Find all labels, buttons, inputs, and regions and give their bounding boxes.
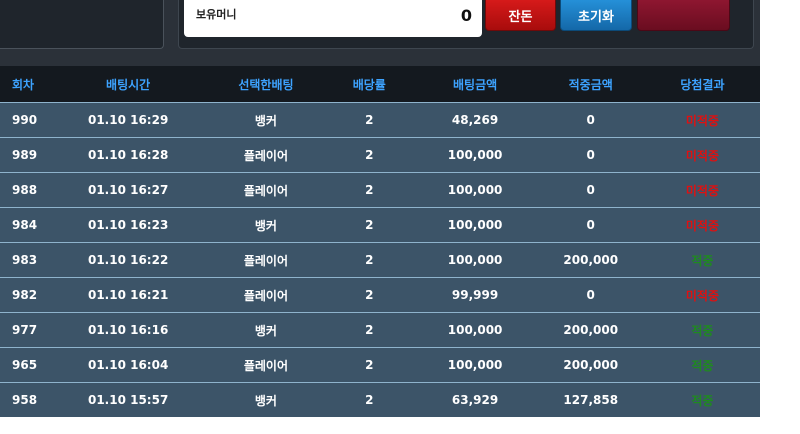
betting-history-page: 보유머니 0 잔돈 초기화 회차 배팅시간 선택한배팅 배당률 배팅금액 적중금… [0,0,800,434]
cell-round: 977 [12,323,38,337]
cell-time: 01.10 16:22 [87,253,169,267]
cell-win: 0 [586,113,595,127]
reset-button[interactable]: 초기화 [560,0,632,31]
cell-pick: 플레이어 [243,148,289,163]
cell-bet: 100,000 [447,218,503,232]
cell-time: 01.10 16:21 [87,288,169,302]
cell-round: 965 [12,358,38,372]
cell-win: 0 [586,218,595,232]
cell-result: 적중 [691,358,714,373]
header-win: 적중금액 [568,77,613,92]
cell-result: 적중 [691,253,714,268]
cell-time: 01.10 16:16 [87,323,169,337]
header-time: 배팅시간 [106,77,151,92]
table-row: 990 01.10 16:29 뱅커 2 48,269 0 미적중 [0,102,760,137]
cell-result: 미적중 [685,288,719,303]
cell-result: 적중 [691,393,714,408]
change-button[interactable]: 잔돈 [485,0,556,31]
table-row: 988 01.10 16:27 플레이어 2 100,000 0 미적중 [0,172,760,207]
cell-round: 983 [12,253,38,267]
cell-odds: 2 [365,253,374,267]
cell-result: 미적중 [685,113,719,128]
cell-pick: 플레이어 [243,288,289,303]
table-header: 회차 배팅시간 선택한배팅 배당률 배팅금액 적중금액 당첨결과 [0,66,760,102]
cell-pick: 뱅커 [254,113,277,128]
header-result: 당첨결과 [680,77,725,92]
cell-result: 미적중 [685,218,719,233]
table-body: 990 01.10 16:29 뱅커 2 48,269 0 미적중 989 01.10 16:2… [0,102,760,417]
cell-pick: 뱅커 [254,323,277,338]
cell-odds: 2 [365,323,374,337]
cell-odds: 2 [365,148,374,162]
cell-time: 01.10 16:04 [87,358,169,372]
cell-win: 200,000 [563,323,619,337]
extra-button[interactable] [637,0,730,31]
header-odds: 배당률 [352,77,386,92]
table-row: 983 01.10 16:22 플레이어 2 100,000 200,000 적중 [0,242,760,277]
cell-bet: 100,000 [447,323,503,337]
cell-bet: 100,000 [447,148,503,162]
cell-pick: 플레이어 [243,253,289,268]
cell-time: 01.10 16:29 [87,113,169,127]
cell-pick: 플레이어 [243,183,289,198]
cell-odds: 2 [365,113,374,127]
cell-bet: 100,000 [447,253,503,267]
cell-win: 0 [586,183,595,197]
balance-amount: 0 [460,6,472,25]
cell-round: 982 [12,288,38,302]
header-pick: 선택한배팅 [238,77,294,92]
cell-result: 적중 [691,323,714,338]
balance-label: 보유머니 [196,8,237,21]
cell-result: 미적중 [685,183,719,198]
cell-round: 958 [12,393,38,407]
cell-bet: 100,000 [447,183,503,197]
table-row: 958 01.10 15:57 뱅커 2 63,929 127,858 적중 [0,382,760,417]
cell-time: 01.10 16:28 [87,148,169,162]
table-row: 989 01.10 16:28 플레이어 2 100,000 0 미적중 [0,137,760,172]
cell-pick: 플레이어 [243,358,289,373]
cell-odds: 2 [365,288,374,302]
cell-odds: 2 [365,183,374,197]
left-panel [0,0,164,49]
history-table: 회차 배팅시간 선택한배팅 배당률 배팅금액 적중금액 당첨결과 990 01.1… [0,66,760,417]
cell-pick: 뱅커 [254,393,277,408]
table-row: 965 01.10 16:04 플레이어 2 100,000 200,000 적중 [0,347,760,382]
cell-win: 0 [586,288,595,302]
cell-win: 0 [586,148,595,162]
cell-round: 984 [12,218,38,232]
cell-win: 127,858 [563,393,619,407]
cell-odds: 2 [365,218,374,232]
cell-round: 988 [12,183,38,197]
cell-pick: 뱅커 [254,218,277,233]
cell-bet: 100,000 [447,358,503,372]
cell-round: 989 [12,148,38,162]
cell-time: 01.10 16:27 [87,183,169,197]
table-row: 982 01.10 16:21 플레이어 2 99,999 0 미적중 [0,277,760,312]
table-row: 984 01.10 16:23 뱅커 2 100,000 0 미적중 [0,207,760,242]
balance-box: 보유머니 0 [184,0,482,37]
cell-time: 01.10 16:23 [87,218,169,232]
cell-round: 990 [12,113,38,127]
cell-time: 01.10 15:57 [87,393,169,407]
cell-bet: 99,999 [451,288,499,302]
cell-bet: 63,929 [451,393,499,407]
cell-win: 200,000 [563,253,619,267]
cell-odds: 2 [365,393,374,407]
header-round: 회차 [12,77,35,92]
header-bet: 배팅금액 [452,77,498,92]
cell-odds: 2 [365,358,374,372]
cell-result: 미적중 [685,148,719,163]
cell-win: 200,000 [563,358,619,372]
cell-bet: 48,269 [451,113,499,127]
table-row: 977 01.10 16:16 뱅커 2 100,000 200,000 적중 [0,312,760,347]
control-bar: 보유머니 0 잔돈 초기화 [0,0,760,66]
